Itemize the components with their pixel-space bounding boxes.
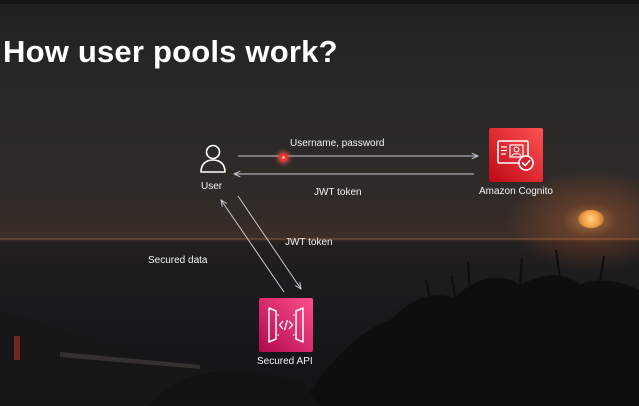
flow-arrows: [0, 0, 639, 293]
secured-data-flow-label: Secured data: [148, 255, 208, 266]
cognito-id-card-icon: [497, 140, 534, 171]
api-service-tile: [259, 298, 313, 352]
cognito-label: Amazon Cognito: [479, 186, 553, 197]
credentials-flow-label: Username, password: [290, 138, 385, 149]
jwt-return-flow-label: JWT token: [314, 187, 362, 198]
cognito-service-tile: [489, 128, 543, 182]
user-icon: [200, 144, 226, 173]
secured-data-arrow: [221, 200, 285, 293]
api-label: Secured API: [257, 356, 313, 367]
jwt-to-api-flow-label: JWT token: [285, 237, 333, 248]
user-label: User: [201, 181, 223, 192]
api-gateway-icon: [268, 307, 304, 343]
laser-pointer-icon: [279, 153, 288, 162]
presentation-slide: How user pools work? User Amazon Cognito…: [0, 0, 639, 406]
